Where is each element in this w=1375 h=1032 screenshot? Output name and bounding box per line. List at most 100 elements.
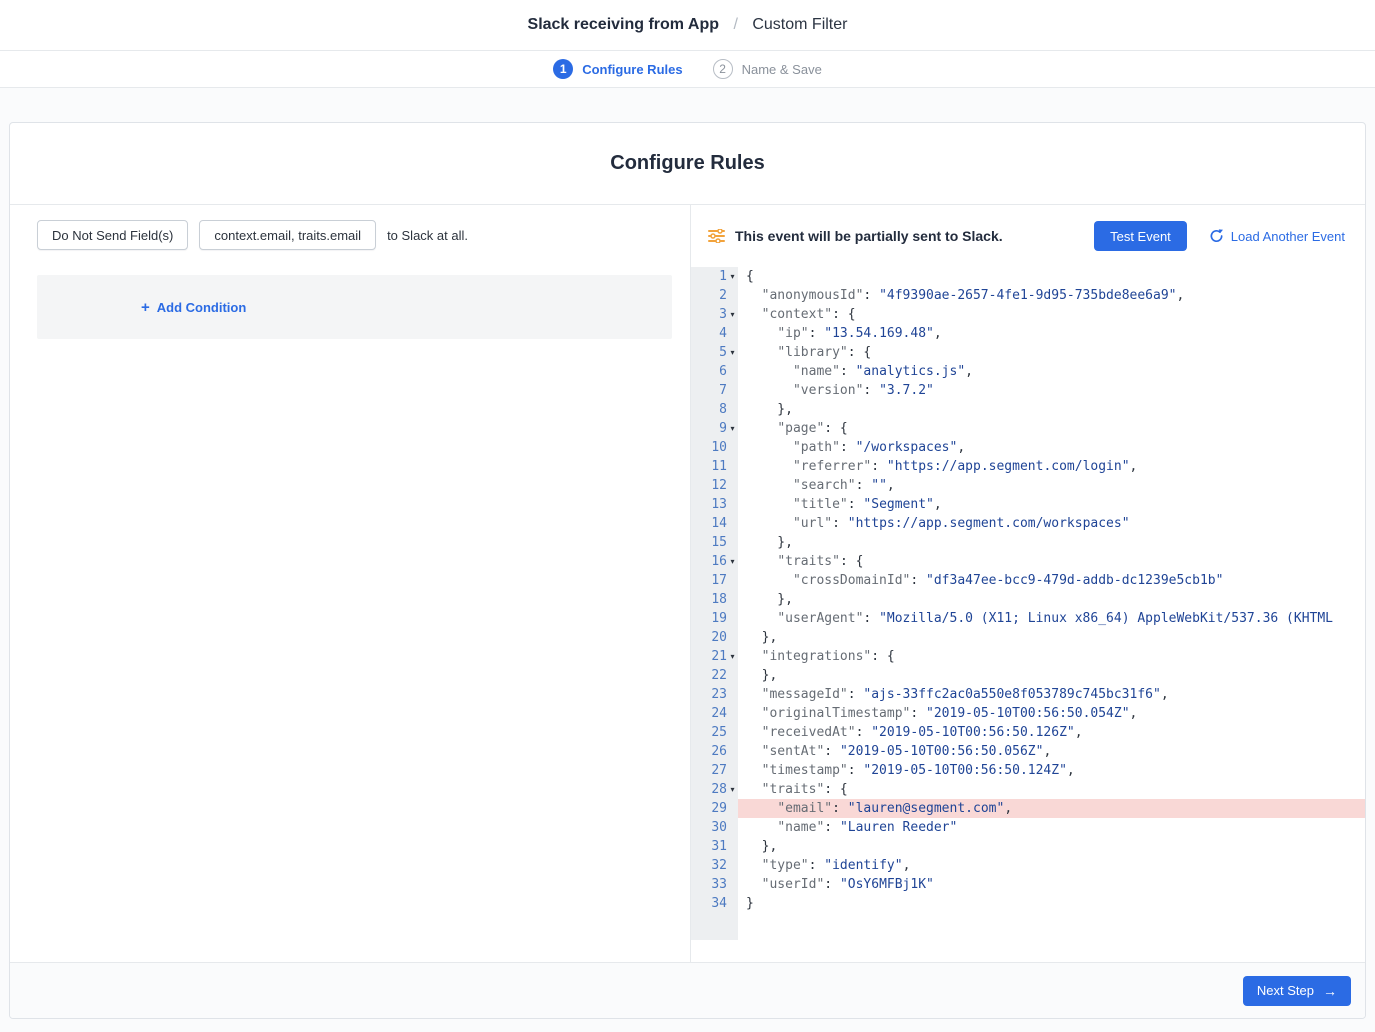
line-number: 16: [711, 552, 727, 571]
fold-arrow-icon[interactable]: ▾: [727, 647, 738, 666]
line-number: 33: [711, 875, 727, 894]
code-content: "anonymousId": "4f9390ae-2657-4fe1-9d95-…: [738, 286, 1365, 305]
refresh-icon: [1209, 229, 1224, 243]
code-content: "title": "Segment",: [738, 495, 1365, 514]
code-content: },: [738, 837, 1365, 856]
rule-fields-dropdown[interactable]: context.email, traits.email: [199, 220, 376, 250]
line-number: 15: [711, 533, 727, 552]
json-editor[interactable]: 1▾{2 "anonymousId": "4f9390ae-2657-4fe1-…: [691, 267, 1365, 940]
line-number-gutter: 16▾: [691, 552, 738, 571]
event-status-text: This event will be partially sent to Sla…: [735, 228, 1003, 244]
breadcrumb-source-link[interactable]: Slack receiving from App: [528, 16, 719, 33]
line-number-gutter: 28▾: [691, 780, 738, 799]
event-preview-header: This event will be partially sent to Sla…: [691, 205, 1365, 267]
fold-arrow-icon[interactable]: ▾: [727, 343, 738, 362]
code-content: "userAgent": "Mozilla/5.0 (X11; Linux x8…: [738, 609, 1365, 628]
line-number-gutter: 11: [691, 457, 738, 476]
code-content: "email": "lauren@segment.com",: [738, 799, 1365, 818]
add-condition-button[interactable]: + Add Condition: [141, 300, 246, 315]
line-number-gutter: 5▾: [691, 343, 738, 362]
fold-arrow-icon[interactable]: ▾: [727, 552, 738, 571]
load-another-event-link[interactable]: Load Another Event: [1209, 229, 1345, 244]
line-number-gutter: 12: [691, 476, 738, 495]
line-number: 26: [711, 742, 727, 761]
fold-arrow-icon[interactable]: ▾: [727, 305, 738, 324]
line-number-gutter: 23: [691, 685, 738, 704]
code-line-14: 14 "url": "https://app.segment.com/works…: [691, 514, 1365, 533]
code-line-31: 31 },: [691, 837, 1365, 856]
line-number-gutter: 9▾: [691, 419, 738, 438]
fold-arrow-icon[interactable]: ▾: [727, 419, 738, 438]
code-line-20: 20 },: [691, 628, 1365, 647]
step-configure-rules[interactable]: 1 Configure Rules: [553, 59, 682, 79]
code-content: "traits": {: [738, 780, 1365, 799]
rule-row: Do Not Send Field(s) context.email, trai…: [37, 220, 672, 250]
next-step-button[interactable]: Next Step →: [1243, 976, 1351, 1006]
event-preview-panel: This event will be partially sent to Sla…: [690, 205, 1365, 962]
code-content: "name": "analytics.js",: [738, 362, 1365, 381]
code-line-11: 11 "referrer": "https://app.segment.com/…: [691, 457, 1365, 476]
code-content: "referrer": "https://app.segment.com/log…: [738, 457, 1365, 476]
code-line-7: 7 "version": "3.7.2": [691, 381, 1365, 400]
card-body: Do Not Send Field(s) context.email, trai…: [10, 205, 1365, 962]
code-content: "integrations": {: [738, 647, 1365, 666]
line-number-gutter: 19: [691, 609, 738, 628]
line-number-gutter: 31: [691, 837, 738, 856]
code-content: },: [738, 666, 1365, 685]
code-line-4: 4 "ip": "13.54.169.48",: [691, 324, 1365, 343]
code-content: "timestamp": "2019-05-10T00:56:50.124Z",: [738, 761, 1365, 780]
line-number: 19: [711, 609, 727, 628]
arrow-right-icon: →: [1323, 984, 1337, 998]
next-step-label: Next Step: [1257, 983, 1314, 998]
test-event-button[interactable]: Test Event: [1094, 221, 1187, 251]
line-number: 13: [711, 495, 727, 514]
rule-action-dropdown[interactable]: Do Not Send Field(s): [37, 220, 188, 250]
code-line-32: 32 "type": "identify",: [691, 856, 1365, 875]
line-number: 25: [711, 723, 727, 742]
code-content: "page": {: [738, 419, 1365, 438]
fold-arrow-icon[interactable]: ▾: [727, 267, 738, 286]
line-number: 17: [711, 571, 727, 590]
line-number: 34: [711, 894, 727, 913]
line-number: 31: [711, 837, 727, 856]
rules-panel: Do Not Send Field(s) context.email, trai…: [10, 205, 690, 962]
code-content: "context": {: [738, 305, 1365, 324]
breadcrumb: Slack receiving from App / Custom Filter: [528, 16, 848, 34]
code-line-12: 12 "search": "",: [691, 476, 1365, 495]
step-name-and-save[interactable]: 2 Name & Save: [713, 59, 822, 79]
code-line-13: 13 "title": "Segment",: [691, 495, 1365, 514]
code-line-25: 25 "receivedAt": "2019-05-10T00:56:50.12…: [691, 723, 1365, 742]
code-content: "ip": "13.54.169.48",: [738, 324, 1365, 343]
page-title: Configure Rules: [10, 123, 1365, 205]
line-number: 8: [719, 400, 727, 419]
breadcrumb-current-page: Custom Filter: [752, 16, 847, 33]
line-number-gutter: 2: [691, 286, 738, 305]
code-line-23: 23 "messageId": "ajs-33ffc2ac0a550e8f053…: [691, 685, 1365, 704]
code-line-17: 17 "crossDomainId": "df3a47ee-bcc9-479d-…: [691, 571, 1365, 590]
code-line-9: 9▾ "page": {: [691, 419, 1365, 438]
code-line-28: 28▾ "traits": {: [691, 780, 1365, 799]
line-number-gutter: 18: [691, 590, 738, 609]
add-condition-box: + Add Condition: [37, 275, 672, 339]
line-number-gutter: 21▾: [691, 647, 738, 666]
code-line-27: 27 "timestamp": "2019-05-10T00:56:50.124…: [691, 761, 1365, 780]
line-number-gutter: 10: [691, 438, 738, 457]
line-number: 3: [719, 305, 727, 324]
code-content: "name": "Lauren Reeder": [738, 818, 1365, 837]
fold-arrow-icon[interactable]: ▾: [727, 780, 738, 799]
line-number-gutter: 34: [691, 894, 738, 913]
code-line-3: 3▾ "context": {: [691, 305, 1365, 324]
line-number: 5: [719, 343, 727, 362]
code-line-24: 24 "originalTimestamp": "2019-05-10T00:5…: [691, 704, 1365, 723]
rule-suffix-text: to Slack at all.: [387, 228, 468, 243]
code-content: "userId": "OsY6MFBj1K": [738, 875, 1365, 894]
code-line-30: 30 "name": "Lauren Reeder": [691, 818, 1365, 837]
step-1-label: Configure Rules: [582, 62, 682, 77]
code-content: "type": "identify",: [738, 856, 1365, 875]
code-content: "search": "",: [738, 476, 1365, 495]
card-footer: Next Step →: [10, 962, 1365, 1018]
code-line-33: 33 "userId": "OsY6MFBj1K": [691, 875, 1365, 894]
code-line-18: 18 },: [691, 590, 1365, 609]
code-content: "messageId": "ajs-33ffc2ac0a550e8f053789…: [738, 685, 1365, 704]
line-number: 30: [711, 818, 727, 837]
